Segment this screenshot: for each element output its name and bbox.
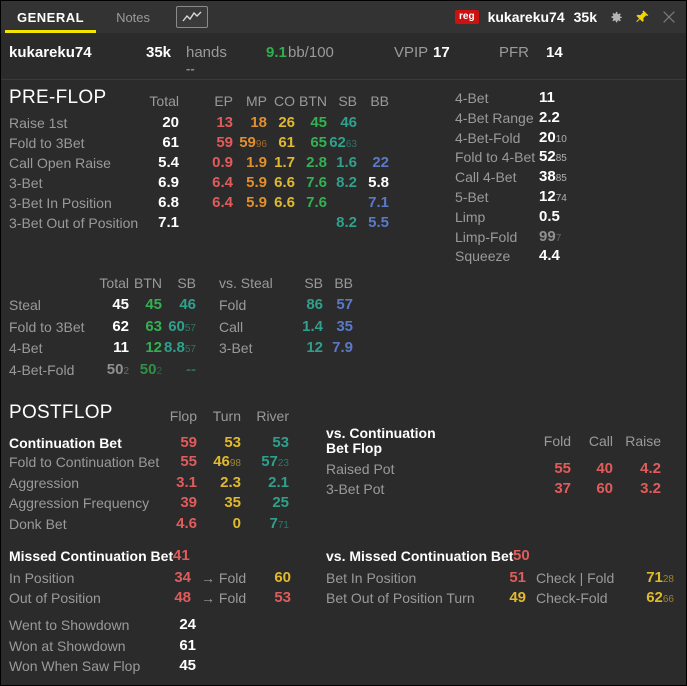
stat-row-label: Call 4-Bet (455, 169, 517, 186)
hands-subvalue: -- (186, 61, 195, 76)
tab-general-label: GENERAL (17, 9, 85, 25)
stat-value: 7.9 (332, 339, 353, 356)
missed-cbet-value: 41 (173, 547, 190, 564)
vs-missed-cbet-title: vs. Missed Continuation Bet (326, 548, 514, 564)
line-chart-glyph (182, 11, 202, 22)
pfr-label: PFR (499, 44, 529, 61)
column-header-raise: Raise (625, 433, 661, 449)
stat-row-label: 4-Bet-Fold (455, 129, 521, 146)
stat-value: 8.857 (164, 339, 196, 356)
column-header-bb: BB (334, 275, 353, 291)
close-icon[interactable] (660, 8, 678, 26)
stat-value: 997 (539, 227, 562, 245)
hud-window: GENERAL Notes reg kukareku74 35k kukarek… (0, 0, 687, 686)
gear-glyph (610, 11, 622, 22)
stat-value: 11 (539, 89, 555, 106)
line-chart-icon[interactable] (176, 6, 209, 28)
stat-value: -- (186, 360, 196, 378)
stat-value: 60 (274, 569, 291, 586)
stat-value: 5723 (261, 453, 289, 470)
stat-row-label: 5-Bet (455, 189, 489, 205)
stat-value: 57 (336, 296, 353, 313)
bb100-label: bb/100 (288, 44, 334, 61)
stat-value: 24 (179, 616, 196, 633)
stat-value: 3885 (539, 168, 567, 186)
close-glyph (663, 11, 675, 23)
stat-row-label: Limp (455, 208, 486, 225)
stat-value: 46 (179, 296, 196, 313)
stat-value: 6057 (168, 317, 196, 335)
reg-badge: reg (455, 10, 479, 24)
pin-icon[interactable] (633, 8, 651, 26)
tab-general[interactable]: GENERAL (1, 1, 100, 33)
stat-value: 22 (372, 154, 389, 171)
stat-value: 7.1 (368, 194, 389, 211)
pfr-value: 14 (546, 44, 563, 61)
tab-notes-label: Notes (116, 9, 151, 25)
preflop-section: PRE-FLOP Total EP MP CO BTN SB BB Raise 1st 20 13 1… (1, 81, 421, 231)
stat-value: 7128 (646, 569, 674, 586)
bb100-value: 9.1 (266, 44, 287, 61)
column-header-river: River (256, 408, 289, 424)
stat-value: 3.2 (640, 479, 661, 497)
hands-label: hands (186, 44, 227, 61)
stat-value: 5.8 (368, 174, 389, 191)
stat-value: 4.2 (640, 460, 661, 477)
titlebar-stack: 35k (573, 9, 597, 25)
pin-glyph (636, 10, 649, 23)
stat-value: 4.4 (539, 247, 560, 265)
tab-notes[interactable]: Notes (100, 1, 166, 33)
stat-value: 6263 (329, 134, 357, 151)
stat-value: 2.1 (268, 473, 289, 491)
stat-value: 771 (269, 514, 289, 532)
stat-value: 45 (179, 657, 196, 674)
gear-icon[interactable] (606, 8, 624, 26)
hands-value: 35k (146, 44, 172, 61)
title-bar-right: reg kukareku74 35k (455, 8, 686, 26)
stat-value: 5.5 (368, 214, 389, 231)
column-header-sb: SB (177, 275, 196, 291)
stat-value: 2.2 (539, 108, 560, 126)
stat-value: 1274 (539, 188, 567, 205)
stat-row-label: Fold to 4-Bet (455, 149, 536, 166)
missed-cbet-title: Missed Continuation Bet (9, 548, 174, 564)
stat-row-label: 4-Bet Range (455, 109, 534, 126)
stat-value: 2010 (539, 128, 567, 146)
stat-value: 61 (179, 636, 196, 654)
vpip-value: 17 (433, 44, 450, 61)
stat-row-label: Limp-Fold (455, 228, 518, 245)
stat-value: 53 (274, 588, 291, 606)
stat-row-label: Squeeze (455, 248, 511, 265)
stat-value: 46 (340, 114, 357, 131)
column-header-bb: BB (370, 93, 389, 109)
stat-value: 5285 (539, 148, 567, 166)
stat-value: 35 (336, 317, 353, 335)
player-summary-bar: kukareku74 35k hands -- 9.1 bb/100 VPIP … (1, 33, 686, 80)
title-bar: GENERAL Notes reg kukareku74 35k (1, 1, 686, 33)
vpip-label: VPIP (394, 44, 429, 61)
stat-value: 53 (272, 434, 289, 451)
stat-value: 6266 (646, 588, 674, 606)
titlebar-player-name: kukareku74 (487, 9, 565, 25)
stat-value: 0.5 (539, 207, 560, 225)
stat-row-label: 4-Bet (455, 90, 489, 106)
stat-value: 25 (272, 494, 289, 511)
player-name: kukareku74 (9, 44, 92, 61)
vs-missed-cbet-value: 50 (513, 547, 530, 564)
